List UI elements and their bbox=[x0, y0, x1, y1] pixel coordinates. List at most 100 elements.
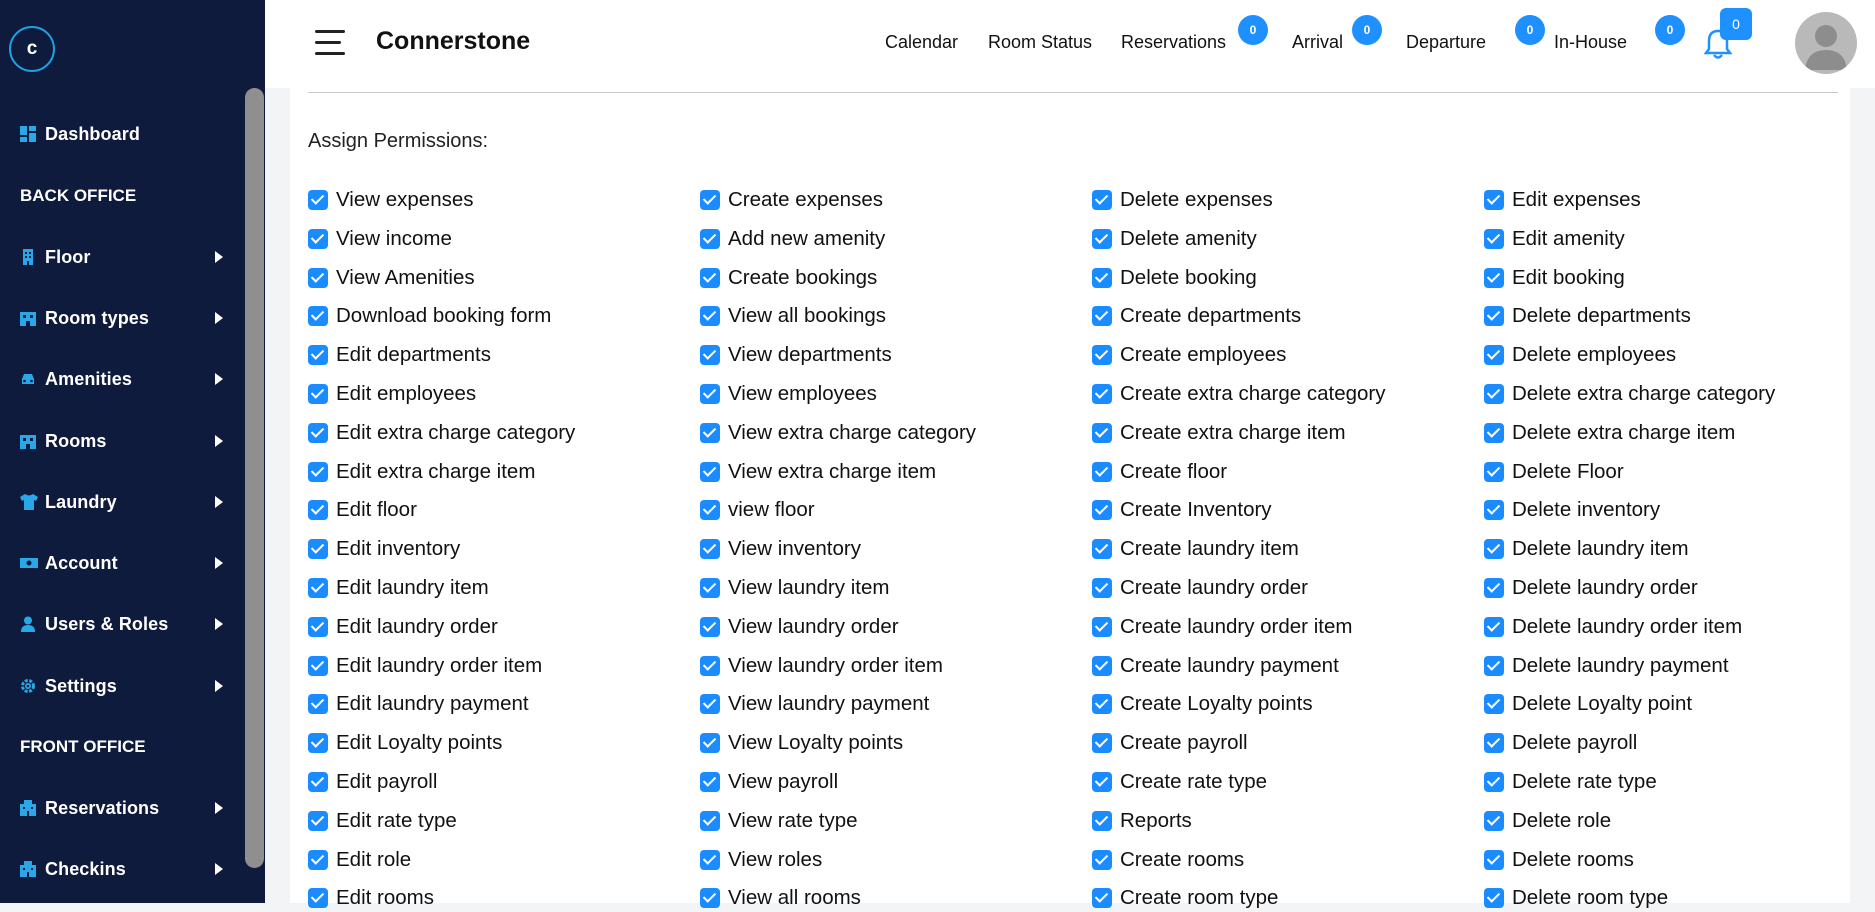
permission-item[interactable]: Edit laundry order item bbox=[308, 652, 542, 680]
permission-checkbox[interactable] bbox=[1484, 772, 1504, 792]
permission-item[interactable]: Delete expenses bbox=[1092, 186, 1273, 214]
permission-checkbox[interactable] bbox=[1484, 655, 1504, 676]
permission-item[interactable]: view floor bbox=[700, 496, 815, 524]
sidebar-item-floor[interactable]: Floor bbox=[0, 234, 245, 280]
permission-item[interactable]: View departments bbox=[700, 341, 892, 369]
permission-checkbox[interactable] bbox=[700, 190, 720, 210]
permission-checkbox[interactable] bbox=[1484, 306, 1504, 327]
permission-checkbox[interactable] bbox=[700, 539, 720, 560]
permission-checkbox[interactable] bbox=[1484, 500, 1504, 521]
permission-checkbox[interactable] bbox=[700, 500, 720, 521]
sidebar-item-rooms[interactable]: Rooms bbox=[0, 418, 245, 464]
permission-checkbox[interactable] bbox=[1092, 267, 1112, 288]
nav-arrival[interactable]: Arrival bbox=[1292, 32, 1343, 53]
permission-item[interactable]: Create room type bbox=[1092, 884, 1278, 912]
permission-checkbox[interactable] bbox=[700, 694, 720, 715]
permission-checkbox[interactable] bbox=[1092, 849, 1112, 870]
permission-checkbox[interactable] bbox=[308, 772, 328, 792]
permission-item[interactable]: Create expenses bbox=[700, 186, 883, 214]
permission-item[interactable]: Edit floor bbox=[308, 496, 417, 524]
permission-item[interactable]: Create Loyalty points bbox=[1092, 690, 1313, 718]
permission-item[interactable]: Create laundry order bbox=[1092, 574, 1308, 602]
permission-checkbox[interactable] bbox=[1092, 694, 1112, 715]
permission-item[interactable]: Create rate type bbox=[1092, 768, 1267, 796]
permission-checkbox[interactable] bbox=[1092, 422, 1112, 443]
permission-checkbox[interactable] bbox=[308, 500, 328, 521]
permission-checkbox[interactable] bbox=[700, 228, 720, 249]
permission-checkbox[interactable] bbox=[1484, 616, 1504, 637]
permission-item[interactable]: Delete Loyalty point bbox=[1484, 690, 1692, 718]
permission-item[interactable]: Delete extra charge item bbox=[1484, 419, 1735, 447]
permission-checkbox[interactable] bbox=[1092, 810, 1112, 831]
permission-checkbox[interactable] bbox=[700, 655, 720, 676]
permission-item[interactable]: Download booking form bbox=[308, 302, 551, 330]
permission-item[interactable]: View laundry order item bbox=[700, 652, 943, 680]
permission-item[interactable]: Delete employees bbox=[1484, 341, 1676, 369]
permission-checkbox[interactable] bbox=[1484, 345, 1504, 366]
permission-item[interactable]: Edit laundry payment bbox=[308, 690, 529, 718]
nav-departure[interactable]: Departure bbox=[1406, 32, 1486, 53]
permission-checkbox[interactable] bbox=[1092, 228, 1112, 249]
permission-item[interactable]: View employees bbox=[700, 380, 877, 408]
permission-item[interactable]: Delete Floor bbox=[1484, 458, 1624, 486]
permission-item[interactable]: Create bookings bbox=[700, 264, 877, 292]
permission-item[interactable]: Edit laundry item bbox=[308, 574, 489, 602]
permission-checkbox[interactable] bbox=[1092, 345, 1112, 366]
permission-item[interactable]: Delete rate type bbox=[1484, 768, 1657, 796]
permission-item[interactable]: Create Inventory bbox=[1092, 496, 1272, 524]
permission-item[interactable]: View laundry order bbox=[700, 613, 899, 641]
permission-checkbox[interactable] bbox=[308, 694, 328, 715]
permission-item[interactable]: Create laundry item bbox=[1092, 535, 1299, 563]
permission-item[interactable]: View laundry payment bbox=[700, 690, 929, 718]
permission-checkbox[interactable] bbox=[700, 733, 720, 754]
permission-item[interactable]: View roles bbox=[700, 846, 822, 874]
permission-item[interactable]: Create employees bbox=[1092, 341, 1286, 369]
permission-item[interactable]: Create rooms bbox=[1092, 846, 1244, 874]
app-logo[interactable]: c bbox=[9, 26, 55, 72]
sidebar-item-reservations[interactable]: Reservations bbox=[0, 785, 245, 831]
permission-item[interactable]: Edit amenity bbox=[1484, 225, 1625, 253]
permission-checkbox[interactable] bbox=[308, 306, 328, 327]
permission-checkbox[interactable] bbox=[308, 228, 328, 249]
permission-checkbox[interactable] bbox=[1484, 422, 1504, 443]
permission-checkbox[interactable] bbox=[1092, 616, 1112, 637]
permission-checkbox[interactable] bbox=[1092, 888, 1112, 909]
permission-checkbox[interactable] bbox=[700, 616, 720, 637]
permission-item[interactable]: Add new amenity bbox=[700, 225, 885, 253]
permission-item[interactable]: View Loyalty points bbox=[700, 729, 903, 757]
permission-item[interactable]: Delete extra charge category bbox=[1484, 380, 1775, 408]
permission-checkbox[interactable] bbox=[1092, 306, 1112, 327]
permission-checkbox[interactable] bbox=[308, 461, 328, 482]
permission-checkbox[interactable] bbox=[1092, 655, 1112, 676]
permission-item[interactable]: View income bbox=[308, 225, 452, 253]
permission-item[interactable]: Edit expenses bbox=[1484, 186, 1641, 214]
permission-item[interactable]: Delete laundry order item bbox=[1484, 613, 1742, 641]
permission-item[interactable]: Delete payroll bbox=[1484, 729, 1637, 757]
permission-item[interactable]: Delete laundry order bbox=[1484, 574, 1698, 602]
permission-checkbox[interactable] bbox=[1092, 384, 1112, 404]
permission-item[interactable]: Create departments bbox=[1092, 302, 1301, 330]
permission-item[interactable]: Delete inventory bbox=[1484, 496, 1660, 524]
permission-item[interactable]: Delete laundry payment bbox=[1484, 652, 1729, 680]
permission-checkbox[interactable] bbox=[1092, 539, 1112, 560]
permission-checkbox[interactable] bbox=[1484, 849, 1504, 870]
permission-checkbox[interactable] bbox=[308, 810, 328, 831]
sidebar-item-room-types[interactable]: Room types bbox=[0, 295, 245, 341]
permission-checkbox[interactable] bbox=[308, 888, 328, 909]
permission-item[interactable]: Edit rate type bbox=[308, 807, 457, 835]
sidebar-item-amenities[interactable]: Amenities bbox=[0, 356, 245, 402]
permission-checkbox[interactable] bbox=[1484, 888, 1504, 909]
permission-checkbox[interactable] bbox=[308, 578, 328, 598]
sidebar-item-laundry[interactable]: Laundry bbox=[0, 479, 245, 525]
permission-item[interactable]: Edit extra charge category bbox=[308, 419, 575, 447]
permission-checkbox[interactable] bbox=[1484, 694, 1504, 715]
permission-item[interactable]: View rate type bbox=[700, 807, 858, 835]
permission-item[interactable]: View extra charge category bbox=[700, 419, 976, 447]
permission-item[interactable]: Create payroll bbox=[1092, 729, 1248, 757]
permission-item[interactable]: View inventory bbox=[700, 535, 861, 563]
sidebar-item-dashboard[interactable]: Dashboard bbox=[0, 111, 245, 157]
permission-checkbox[interactable] bbox=[1484, 190, 1504, 210]
permission-checkbox[interactable] bbox=[1092, 461, 1112, 482]
nav-calendar[interactable]: Calendar bbox=[885, 32, 958, 53]
permission-checkbox[interactable] bbox=[1092, 500, 1112, 521]
